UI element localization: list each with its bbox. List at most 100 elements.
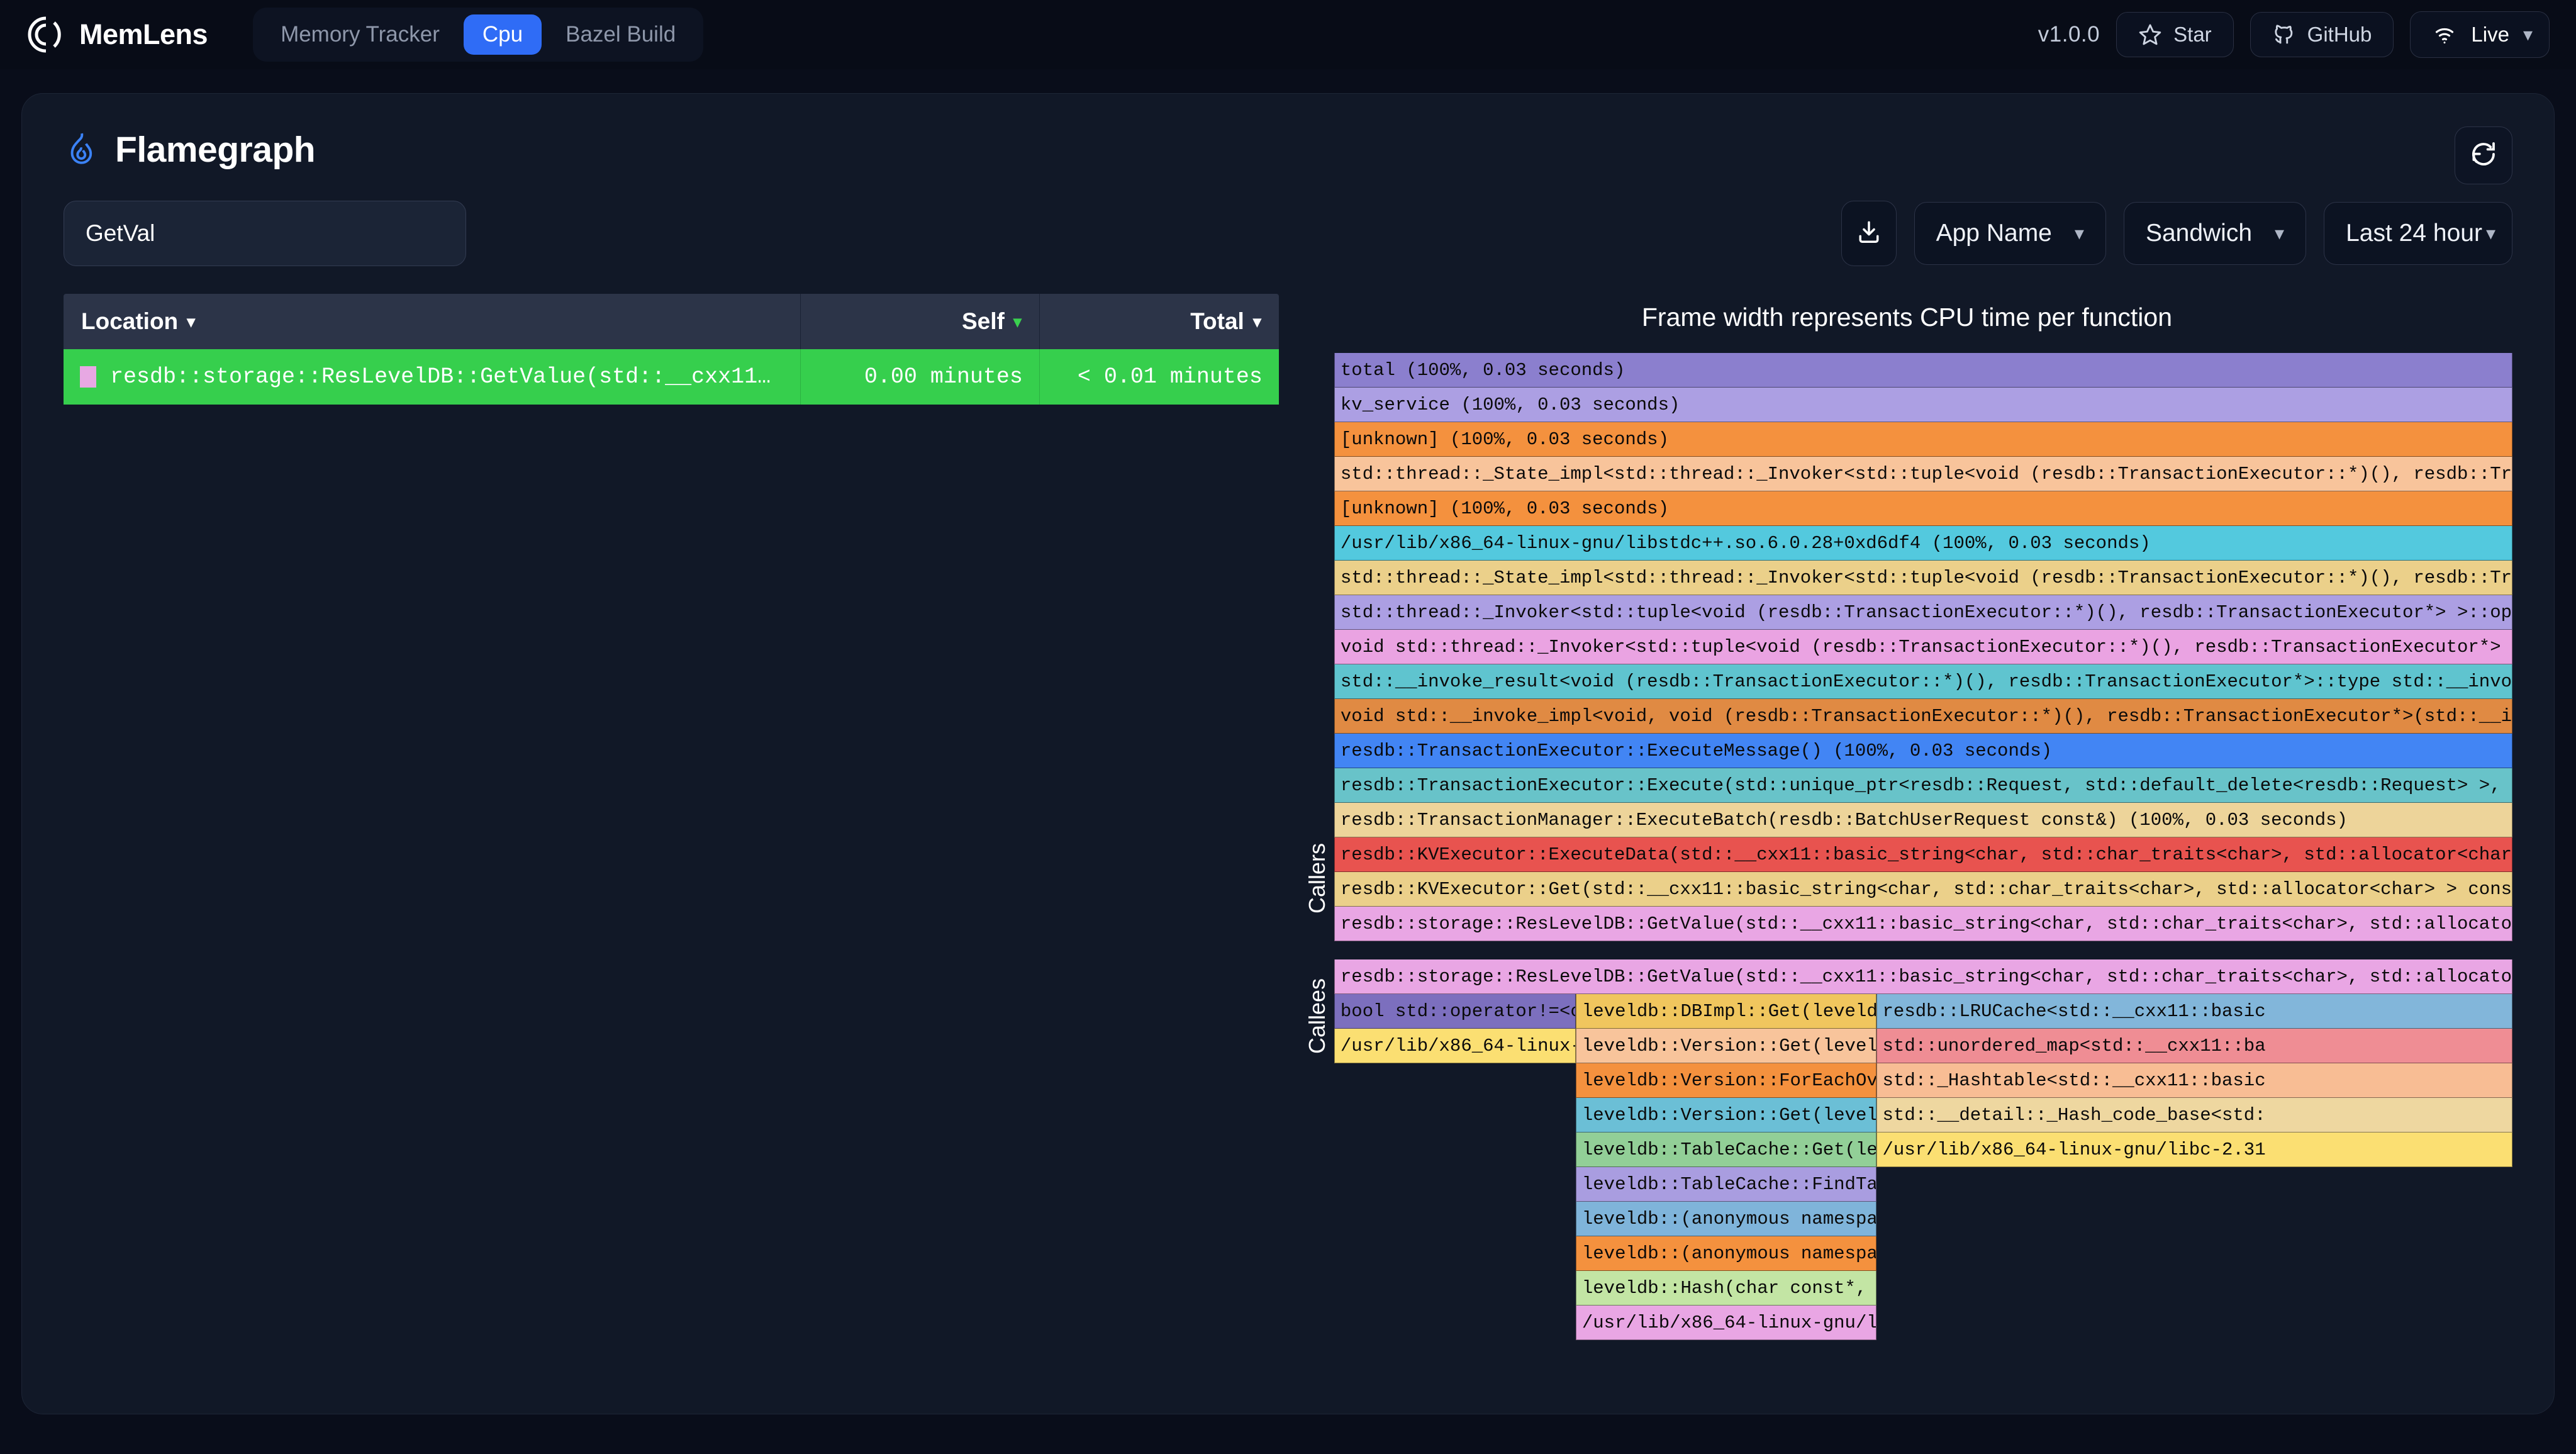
flamegraph-frame[interactable]: void std::thread::_Invoker<std::tuple<vo… (1334, 630, 2512, 664)
flamegraph-frame[interactable]: bool std::operator!=<char, std::cha (1334, 994, 1576, 1029)
search-input[interactable] (86, 220, 444, 247)
flamegraph-frame[interactable]: void std::__invoke_impl<void, void (resd… (1334, 699, 2512, 734)
memlens-logo-icon (26, 15, 65, 54)
flamegraph-row: /usr/lib/x86_64-linux-gnu/libc-2.31 (1334, 1306, 2512, 1340)
sort-caret-icon: ▾ (187, 312, 196, 331)
flamegraph-frame[interactable]: std::__invoke_result<void (resdb::Transa… (1334, 664, 2512, 699)
flamegraph-frame[interactable]: leveldb::Version::Get(leveldb::Read (1575, 1029, 1876, 1063)
flamegraph-frame[interactable]: resdb::KVExecutor::ExecuteData(std::__cx… (1334, 837, 2512, 872)
flamegraph-frame[interactable]: resdb::LRUCache<std::__cxx11::basic (1876, 994, 2512, 1029)
chevron-down-icon[interactable]: ▾ (2523, 24, 2533, 46)
chevron-down-icon: ▾ (2074, 223, 2084, 244)
flamegraph-frame[interactable]: std::__detail::_Hash_code_base<std: (1876, 1098, 2512, 1132)
tab-memory-tracker[interactable]: Memory Tracker (262, 14, 459, 55)
flamegraph-row: resdb::storage::ResLevelDB::GetValue(std… (1334, 907, 2512, 941)
brand: MemLens (26, 15, 208, 54)
flamegraph-spacer (1334, 1098, 1576, 1132)
flamegraph-row: bool std::operator!=<char, std::chalevel… (1334, 994, 2512, 1029)
callees-section-label: Callees (1303, 978, 1330, 1054)
color-swatch (80, 366, 96, 388)
page-title: Flamegraph (115, 130, 316, 170)
chevron-down-icon: ▾ (2275, 223, 2285, 244)
flamegraph-row: void std::__invoke_impl<void, void (resd… (1334, 699, 2512, 734)
flamegraph-caption: Frame width represents CPU time per func… (1641, 303, 2172, 332)
flamegraph-frame[interactable]: /usr/lib/x86_64-linux-gnu/libc-2.31 (1334, 1029, 1576, 1063)
controls-row: App Name ▾ Sandwich ▾ Last 24 hour ▾ (64, 201, 2512, 266)
flamegraph-row: leveldb::TableCache::Get(leveldb::R/usr/… (1334, 1132, 2512, 1167)
flamegraph-spacer (1334, 1306, 1576, 1340)
callees-stack: resdb::storage::ResLevelDB::GetValue(std… (1334, 959, 2512, 1340)
time-range-value: Last 24 hour (2346, 220, 2482, 247)
flamegraph-frame[interactable]: resdb::KVExecutor::Get(std::__cxx11::bas… (1334, 872, 2512, 907)
flamegraph-frame[interactable]: std::thread::_Invoker<std::tuple<void (r… (1334, 595, 2512, 630)
flamegraph-row: std::thread::_Invoker<std::tuple<void (r… (1334, 595, 2512, 630)
wifi-icon (2432, 22, 2457, 47)
flamegraph-row: leveldb::TableCache::FindTable(unsi (1334, 1167, 2512, 1202)
github-button[interactable]: GitHub (2250, 12, 2394, 57)
star-icon (2138, 23, 2162, 47)
table-row[interactable]: resdb::storage::ResLevelDB::GetValue(std… (64, 349, 1279, 405)
flamegraph-frame[interactable]: /usr/lib/x86_64-linux-gnu/libc-2.31 (1876, 1132, 2512, 1167)
page-header: Flamegraph (64, 129, 2512, 171)
view-mode-dropdown[interactable]: Sandwich ▾ (2123, 202, 2307, 265)
sort-caret-icon: ▾ (1013, 312, 1022, 331)
live-status-button[interactable]: Live ▾ (2410, 11, 2550, 58)
star-label: Star (2173, 23, 2212, 46)
nav-right-actions: v1.0.0 Star GitHub Live ▾ (2038, 11, 2550, 58)
column-header-self-label: Self (961, 308, 1005, 334)
flamegraph-frame[interactable]: /usr/lib/x86_64-linux-gnu/libstdc++.so.6… (1334, 526, 2512, 561)
flamegraph-frame[interactable]: resdb::storage::ResLevelDB::GetValue(std… (1334, 959, 2512, 994)
column-header-total-label: Total (1190, 308, 1244, 334)
flamegraph-panel: Frame width represents CPU time per func… (1302, 294, 2512, 1363)
flamegraph-frame[interactable]: leveldb::(anonymous namespace)::Sha (1575, 1236, 1876, 1271)
flamegraph-spacer (1334, 1167, 1576, 1202)
flamegraph-frame[interactable]: leveldb::Version::ForEachOverlappin (1575, 1063, 1876, 1098)
cell-location-label: resdb::storage::ResLevelDB::GetValue(std… (110, 364, 771, 389)
column-header-self[interactable]: Self ▾ (801, 294, 1040, 349)
flamegraph-row: resdb::KVExecutor::Get(std::__cxx11::bas… (1334, 872, 2512, 907)
tab-cpu[interactable]: Cpu (463, 14, 542, 55)
flamegraph-frame[interactable]: std::_Hashtable<std::__cxx11::basic (1876, 1063, 2512, 1098)
star-button[interactable]: Star (2116, 12, 2234, 57)
refresh-button[interactable] (2455, 126, 2512, 184)
flamegraph-frame[interactable]: resdb::TransactionExecutor::ExecuteMessa… (1334, 734, 2512, 768)
flamegraph-frame[interactable]: std::unordered_map<std::__cxx11::ba (1876, 1029, 2512, 1063)
flamegraph-spacer (1334, 1271, 1576, 1306)
flamegraph-frame[interactable]: /usr/lib/x86_64-linux-gnu/libc-2.31 (1575, 1306, 1876, 1340)
flamegraph-row: resdb::TransactionManager::ExecuteBatch(… (1334, 803, 2512, 837)
content-split: Location ▾ Self ▾ Total ▾ resdb::storage… (64, 294, 2512, 1363)
flamegraph-row: [unknown] (100%, 0.03 seconds) (1334, 422, 2512, 457)
flamegraph-frame[interactable]: std::thread::_State_impl<std::thread::_I… (1334, 457, 2512, 491)
top-navigation-bar: MemLens Memory Tracker Cpu Bazel Build v… (0, 0, 2576, 69)
search-box[interactable] (64, 201, 466, 266)
download-button[interactable] (1841, 201, 1897, 266)
flamegraph-row: std::thread::_State_impl<std::thread::_I… (1334, 457, 2512, 491)
flamegraph-frame[interactable]: leveldb::Version::Get(leveldb::Read (1575, 1098, 1876, 1132)
flamegraph-frame[interactable]: resdb::storage::ResLevelDB::GetValue(std… (1334, 907, 2512, 941)
column-header-total[interactable]: Total ▾ (1040, 294, 1279, 349)
flamegraph-frame[interactable]: kv_service (100%, 0.03 seconds) (1334, 388, 2512, 422)
sort-caret-icon: ▾ (1252, 312, 1261, 331)
flamegraph-row: leveldb::Version::Get(leveldb::Readstd::… (1334, 1098, 2512, 1132)
flamegraph-frame[interactable]: leveldb::(anonymous namespace)::Sha (1575, 1202, 1876, 1236)
flamegraph-frame[interactable]: resdb::TransactionManager::ExecuteBatch(… (1334, 803, 2512, 837)
flamegraph-spacer (1334, 1236, 1576, 1271)
flamegraph-frame[interactable]: leveldb::TableCache::FindTable(unsi (1575, 1167, 1876, 1202)
flamegraph-frame[interactable]: [unknown] (100%, 0.03 seconds) (1334, 491, 2512, 526)
flamegraph-row: [unknown] (100%, 0.03 seconds) (1334, 491, 2512, 526)
app-name-dropdown[interactable]: App Name ▾ (1914, 202, 2106, 265)
tab-bazel-build[interactable]: Bazel Build (547, 14, 694, 55)
flamegraph-spacer (1334, 1202, 1576, 1236)
flamegraph-row: resdb::TransactionExecutor::ExecuteMessa… (1334, 734, 2512, 768)
flamegraph-spacer (1334, 1063, 1576, 1098)
flamegraph-frame[interactable]: leveldb::Hash(char const*, unsigned (1575, 1271, 1876, 1306)
flamegraph-frame[interactable]: leveldb::DBImpl::Get(leveldb::ReadO (1575, 994, 1876, 1029)
flamegraph-frame[interactable]: resdb::TransactionExecutor::Execute(std:… (1334, 768, 2512, 803)
flamegraph-frame[interactable]: [unknown] (100%, 0.03 seconds) (1334, 422, 2512, 457)
flamegraph-frame[interactable]: total (100%, 0.03 seconds) (1334, 353, 2512, 388)
flamegraph-frame[interactable]: std::thread::_State_impl<std::thread::_I… (1334, 561, 2512, 595)
flamegraph-frame[interactable]: leveldb::TableCache::Get(leveldb::R (1575, 1132, 1876, 1167)
time-range-dropdown[interactable]: Last 24 hour ▾ (2324, 202, 2512, 265)
column-header-location[interactable]: Location ▾ (64, 294, 801, 349)
flamegraph-row: resdb::storage::ResLevelDB::GetValue(std… (1334, 959, 2512, 994)
